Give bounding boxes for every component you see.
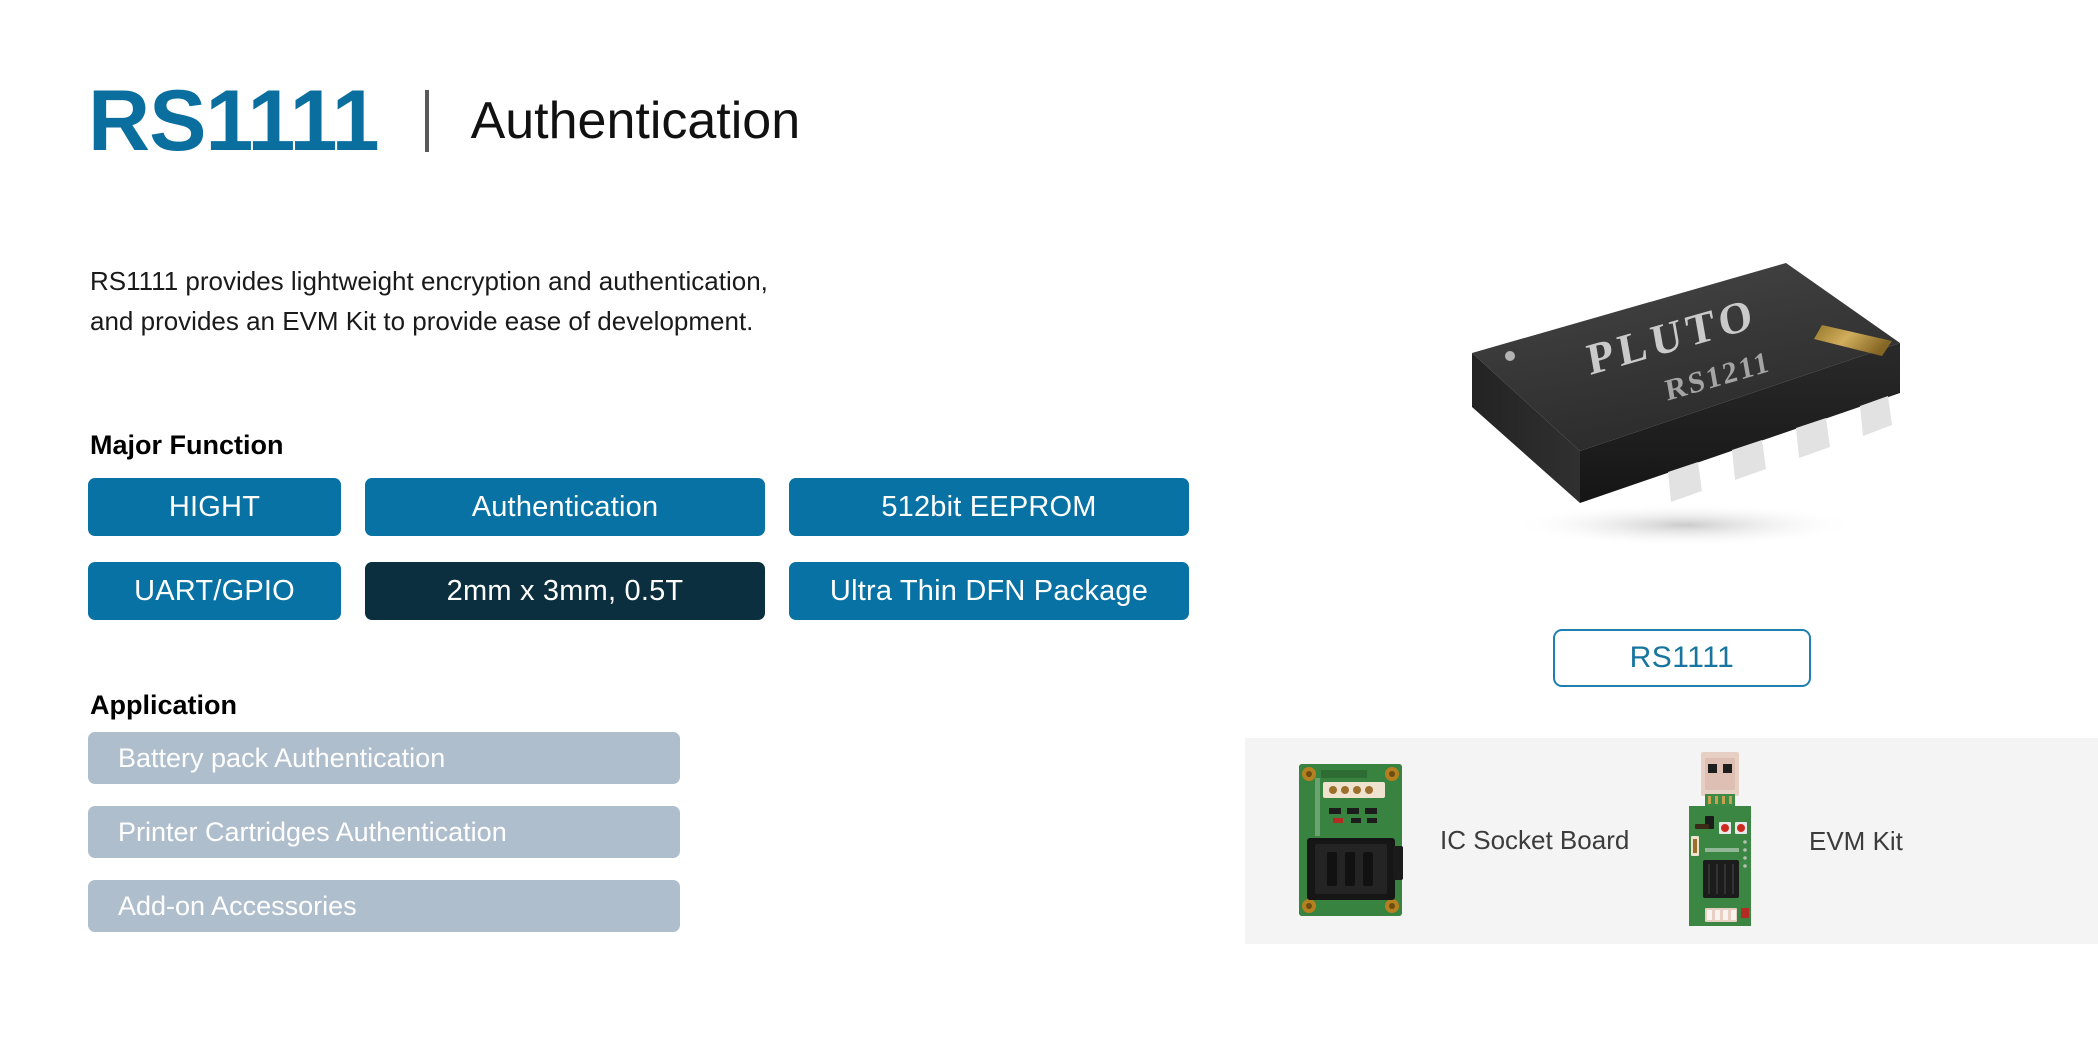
application-heading: Application	[90, 690, 237, 720]
accessory-board-panel: IC Socket Board EVM Kit	[1245, 738, 2098, 944]
part-number-title: RS1111	[88, 73, 380, 169]
description-line-1: RS1111 provides lightweight encryption a…	[90, 266, 768, 296]
feature-chip-authentication[interactable]: Authentication	[365, 478, 765, 536]
feature-chip-dfn-package[interactable]: Ultra Thin DFN Package	[789, 562, 1189, 620]
major-function-heading: Major Function	[90, 430, 284, 460]
product-category-title: Authentication	[470, 92, 801, 150]
product-description: RS1111 provides lightweight encryption a…	[90, 262, 768, 341]
product-slide: RS1111 Authentication RS1111 provides li…	[0, 0, 2098, 1061]
feature-chip-hight[interactable]: HIGHT	[88, 478, 341, 536]
major-function-grid: HIGHT Authentication 512bit EEPROM UART/…	[88, 478, 1189, 620]
evm-kit-entry: EVM Kit	[1675, 750, 1903, 932]
ic-socket-board-image	[1299, 764, 1403, 916]
header-divider	[424, 90, 429, 152]
product-package-caption: RS1111	[1553, 629, 1811, 687]
slide-header: RS1111 Authentication	[88, 78, 800, 164]
feature-chip-dimensions[interactable]: 2mm x 3mm, 0.5T	[365, 562, 765, 620]
evm-kit-caption: EVM Kit	[1809, 825, 1903, 856]
feature-chip-eeprom[interactable]: 512bit EEPROM	[789, 478, 1189, 536]
dfn-package-illustration: PLUTO RS1211	[1472, 263, 1900, 547]
application-item-battery-pack[interactable]: Battery pack Authentication	[88, 732, 680, 784]
product-package-photo: PLUTO RS1211	[1430, 225, 1930, 555]
feature-chip-uart-gpio[interactable]: UART/GPIO	[88, 562, 341, 620]
application-item-add-on-accessories[interactable]: Add-on Accessories	[88, 880, 680, 932]
evm-kit-image	[1689, 752, 1751, 926]
application-item-printer-cartridges[interactable]: Printer Cartridges Authentication	[88, 806, 680, 858]
ic-socket-board-caption: IC Socket Board	[1440, 824, 1630, 855]
ic-socket-board-entry: IC Socket Board	[1293, 760, 1629, 920]
description-line-2: and provides an EVM Kit to provide ease …	[90, 305, 754, 336]
application-list: Battery pack Authentication Printer Cart…	[88, 732, 680, 932]
